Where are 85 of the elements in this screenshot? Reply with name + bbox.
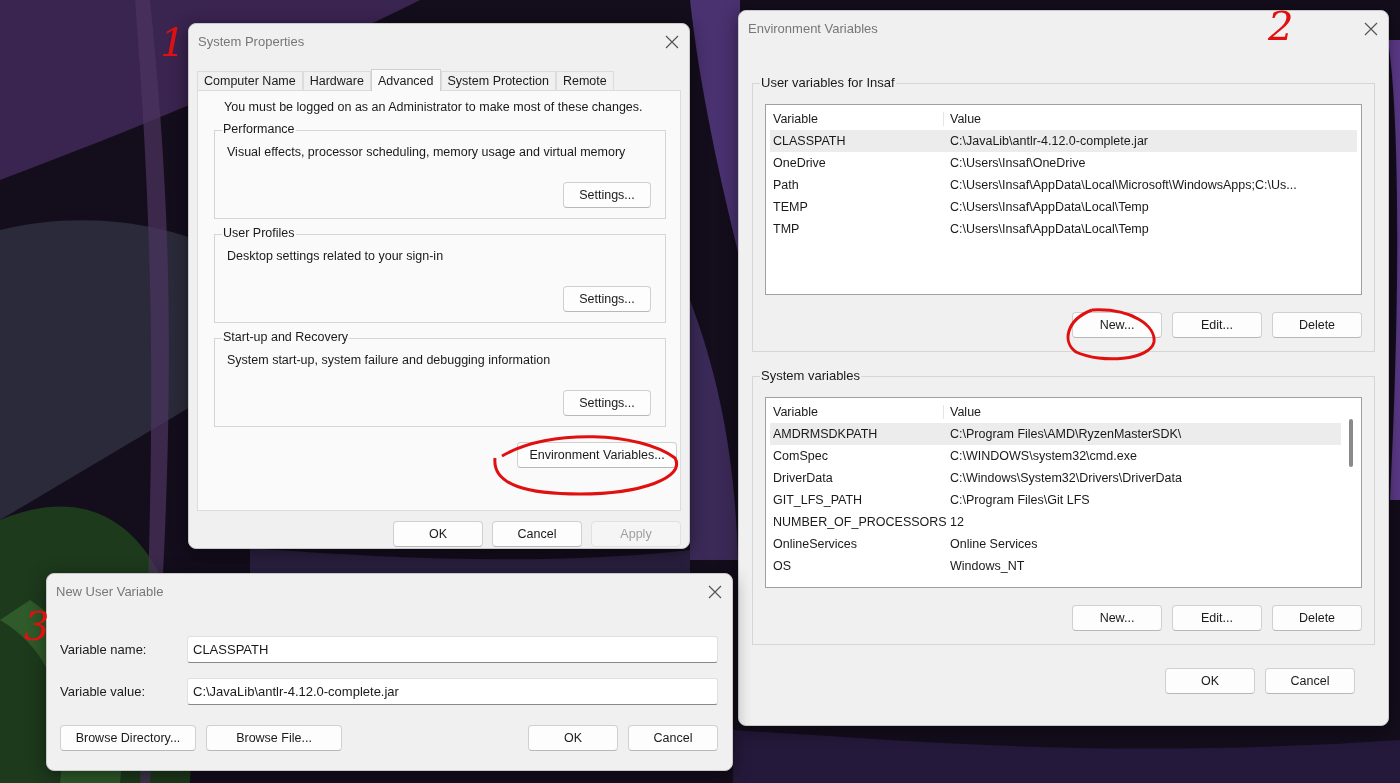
- dialog-button[interactable]: OK: [528, 725, 618, 751]
- group-description: Desktop settings related to your sign-in: [227, 249, 445, 263]
- list-row[interactable]: CLASSPATH C:\JavaLib\antlr-4.12.0-complete.jar: [770, 130, 1357, 152]
- group-description: System start-up, system failure and debugging information: [227, 353, 552, 367]
- list-row[interactable]: ComSpec C:\WINDOWS\system32\cmd.exe: [770, 445, 1341, 467]
- variable-name: AMDRMSDKPATH: [772, 427, 879, 441]
- close-icon[interactable]: [1364, 21, 1378, 36]
- variable-name: OnlineServices: [772, 537, 859, 551]
- environment-variables-button[interactable]: Environment Variables...: [517, 442, 677, 468]
- variable-name: Path: [772, 178, 800, 192]
- variable-value: C:\Windows\System32\Drivers\DriverData: [949, 471, 1183, 485]
- settings-button[interactable]: Settings...: [563, 390, 651, 416]
- variable-value: C:\Users\Insaf\AppData\Local\Microsoft\WindowsApps;C:\Us...: [949, 178, 1298, 192]
- variable-value: C:\Users\Insaf\AppData\Local\Temp: [949, 222, 1150, 236]
- group-description: Visual effects, processor scheduling, memory usage and virtual memory: [227, 145, 627, 159]
- group-title: User variables for Insaf: [760, 75, 896, 90]
- variable-name: NUMBER_OF_PROCESSORS: [772, 515, 944, 529]
- notice-text: You must be logged on as an Administrator to make most of these changes.: [224, 100, 644, 114]
- variable-value: Windows_NT: [949, 559, 1026, 573]
- group-title: System variables: [760, 368, 861, 383]
- window-title: New User Variable: [56, 584, 164, 599]
- variable-name: TEMP: [772, 200, 809, 214]
- variable-value: C:\Users\Insaf\OneDrive: [949, 156, 1087, 170]
- column-header[interactable]: Variable: [770, 112, 944, 126]
- variable-name: CLASSPATH: [772, 134, 847, 148]
- dialog-button[interactable]: Edit...: [1172, 605, 1262, 631]
- list-row[interactable]: AMDRMSDKPATH C:\Program Files\AMD\RyzenMasterSDK\: [770, 423, 1341, 445]
- list-row[interactable]: OneDrive C:\Users\Insaf\OneDrive: [770, 152, 1357, 174]
- group-title: Start-up and Recovery: [222, 330, 350, 344]
- dialog-button[interactable]: Cancel: [1265, 668, 1355, 694]
- tab[interactable]: System Protection: [440, 71, 556, 90]
- list-row[interactable]: TMP C:\Users\Insaf\AppData\Local\Temp: [770, 218, 1357, 240]
- column-header[interactable]: Value: [944, 112, 1357, 126]
- tab[interactable]: Remote: [555, 71, 614, 90]
- dialog-button[interactable]: OK: [1165, 668, 1255, 694]
- variable-value: 12: [949, 515, 965, 529]
- variable-name: TMP: [772, 222, 801, 236]
- annotation-number: 2: [1268, 6, 1294, 46]
- dialog-button[interactable]: Cancel: [492, 521, 582, 547]
- scrollbar-thumb[interactable]: [1349, 419, 1353, 467]
- dialog-button[interactable]: New...: [1072, 312, 1162, 338]
- variable-value: C:\Program Files\AMD\RyzenMasterSDK\: [949, 427, 1183, 441]
- tab[interactable]: Computer Name: [197, 71, 303, 90]
- annotation-number: 1: [160, 22, 186, 62]
- input-field[interactable]: CLASSPATH: [187, 636, 718, 663]
- group-title: User Profiles: [222, 226, 296, 240]
- field-label: Variable value:: [60, 684, 147, 699]
- list-row[interactable]: TEMP C:\Users\Insaf\AppData\Local\Temp: [770, 196, 1357, 218]
- close-icon[interactable]: [708, 584, 722, 599]
- list-row[interactable]: OS Windows_NT: [770, 555, 1341, 577]
- list-row[interactable]: NUMBER_OF_PROCESSORS 12: [770, 511, 1341, 533]
- dialog-button[interactable]: OK: [393, 521, 483, 547]
- variable-value: C:\Users\Insaf\AppData\Local\Temp: [949, 200, 1150, 214]
- variable-name: OS: [772, 559, 793, 573]
- variable-value: C:\Program Files\Git LFS: [949, 493, 1091, 507]
- column-header[interactable]: Variable: [770, 405, 944, 419]
- variable-name: ComSpec: [772, 449, 829, 463]
- dialog-button[interactable]: Delete: [1272, 605, 1362, 631]
- variable-value: C:\JavaLib\antlr-4.12.0-complete.jar: [949, 134, 1149, 148]
- variable-name: OneDrive: [772, 156, 827, 170]
- variable-value: C:\WINDOWS\system32\cmd.exe: [949, 449, 1138, 463]
- dialog-button[interactable]: Delete: [1272, 312, 1362, 338]
- dialog-button[interactable]: New...: [1072, 605, 1162, 631]
- group-title: Performance: [222, 122, 296, 136]
- variable-value: Online Services: [949, 537, 1039, 551]
- window-title: Environment Variables: [748, 21, 878, 36]
- dialog-button[interactable]: Edit...: [1172, 312, 1262, 338]
- dialog-button[interactable]: Browse Directory...: [60, 725, 196, 751]
- input-field[interactable]: C:\JavaLib\antlr-4.12.0-complete.jar: [187, 678, 718, 705]
- column-header[interactable]: Value: [944, 405, 1341, 419]
- close-icon[interactable]: [665, 34, 679, 49]
- tab[interactable]: Advanced: [370, 69, 441, 91]
- list-row[interactable]: DriverData C:\Windows\System32\Drivers\DriverData: [770, 467, 1341, 489]
- dialog-button[interactable]: Browse File...: [206, 725, 342, 751]
- field-label: Variable name:: [60, 642, 148, 657]
- variable-name: GIT_LFS_PATH: [772, 493, 864, 507]
- list-row[interactable]: OnlineServices Online Services: [770, 533, 1341, 555]
- settings-button[interactable]: Settings...: [563, 182, 651, 208]
- variable-name: DriverData: [772, 471, 834, 485]
- dialog-button[interactable]: Cancel: [628, 725, 718, 751]
- window-title: System Properties: [198, 34, 305, 49]
- tab[interactable]: Hardware: [302, 71, 371, 90]
- list-row[interactable]: GIT_LFS_PATH C:\Program Files\Git LFS: [770, 489, 1341, 511]
- list-row[interactable]: Path C:\Users\Insaf\AppData\Local\Microsoft\WindowsApps;C:\Us...: [770, 174, 1357, 196]
- settings-button[interactable]: Settings...: [563, 286, 651, 312]
